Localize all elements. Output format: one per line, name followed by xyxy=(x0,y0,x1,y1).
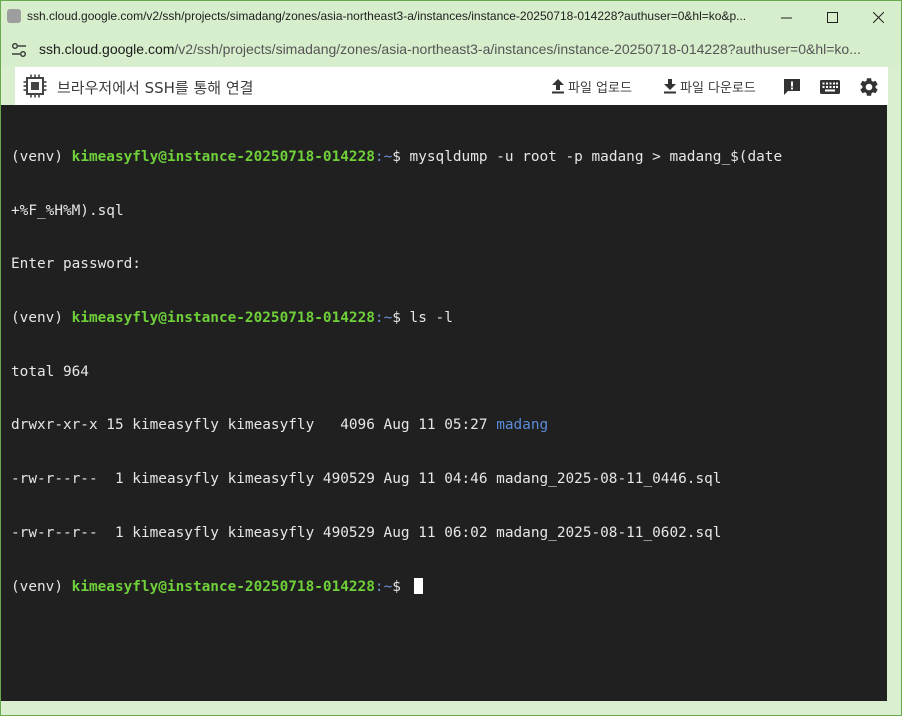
browser-window: ssh.cloud.google.com/v2/ssh/projects/sim… xyxy=(0,0,902,716)
venv-label: (venv) xyxy=(11,579,72,596)
upload-arrow-icon xyxy=(552,79,564,94)
close-icon xyxy=(872,11,884,23)
terminal-line: (venv) kimeasyfly@instance-20250718-0142… xyxy=(11,149,886,167)
window-title: ssh.cloud.google.com/v2/ssh/projects/sim… xyxy=(27,9,747,23)
close-button[interactable] xyxy=(855,1,901,33)
upload-label: 파일 업로드 xyxy=(568,80,632,96)
address-bar[interactable]: ssh.cloud.google.com/v2/ssh/projects/sim… xyxy=(1,33,901,66)
maximize-icon xyxy=(826,11,838,23)
directory-name: madang xyxy=(496,417,549,434)
terminal-scrollbar[interactable] xyxy=(887,105,901,715)
terminal[interactable]: (venv) kimeasyfly@instance-20250718-0142… xyxy=(1,105,901,715)
url-path: /v2/ssh/projects/simadang/zones/asia-nor… xyxy=(174,41,861,57)
keyboard-icon[interactable] xyxy=(819,76,841,98)
prompt-path: :~ xyxy=(374,579,393,596)
file-entry-text: drwxr-xr-x 15 kimeasyfly kimeasyfly 4096… xyxy=(11,417,497,434)
download-label: 파일 다운로드 xyxy=(680,80,756,96)
upload-file-button[interactable]: 파일 업로드 xyxy=(551,76,632,96)
terminal-line: (venv) kimeasyfly@instance-20250718-0142… xyxy=(11,310,886,328)
ssh-toolbar: 브라우저에서 SSH를 통해 연결 파일 업로드 파일 다운로드 xyxy=(15,67,888,105)
bottom-border xyxy=(1,701,901,715)
terminal-line: +%F_%H%M).sql xyxy=(11,202,124,219)
command-text: $ mysqldump -u root -p madang > madang_$… xyxy=(392,148,783,165)
terminal-line: (venv) kimeasyfly@instance-20250718-0142… xyxy=(11,578,886,596)
maximize-button[interactable] xyxy=(809,1,855,33)
download-arrow-icon xyxy=(664,79,676,94)
download-file-button[interactable]: 파일 다운로드 xyxy=(663,76,756,96)
terminal-line: total 964 xyxy=(11,363,89,380)
prompt-path: :~ xyxy=(374,309,393,326)
gear-icon[interactable] xyxy=(858,76,880,98)
feedback-icon[interactable] xyxy=(781,76,803,98)
terminal-output[interactable]: (venv) kimeasyfly@instance-20250718-0142… xyxy=(11,113,886,703)
minimize-icon xyxy=(780,17,792,18)
url-text[interactable]: ssh.cloud.google.com/v2/ssh/projects/sim… xyxy=(39,41,889,57)
page-icon xyxy=(7,9,21,23)
terminal-line: Enter password: xyxy=(11,256,141,273)
left-gutter xyxy=(1,67,15,105)
ssh-title: 브라우저에서 SSH를 통해 연결 xyxy=(57,79,254,97)
title-bar: ssh.cloud.google.com/v2/ssh/projects/sim… xyxy=(1,1,901,33)
compute-chip-icon xyxy=(23,74,47,98)
prompt-user: kimeasyfly@instance-20250718-014228 xyxy=(71,309,375,326)
prompt-user: kimeasyfly@instance-20250718-014228 xyxy=(71,148,375,165)
prompt-path: :~ xyxy=(374,148,393,165)
terminal-cursor xyxy=(413,578,423,595)
minimize-button[interactable] xyxy=(763,1,809,33)
terminal-line: -rw-r--r-- 1 kimeasyfly kimeasyfly 49052… xyxy=(11,471,722,488)
terminal-line: drwxr-xr-x 15 kimeasyfly kimeasyfly 4096… xyxy=(11,417,886,435)
terminal-line: -rw-r--r-- 1 kimeasyfly kimeasyfly 49052… xyxy=(11,524,722,541)
prompt-user: kimeasyfly@instance-20250718-014228 xyxy=(71,579,375,596)
venv-label: (venv) xyxy=(11,148,72,165)
command-text: $ ls -l xyxy=(392,309,453,326)
venv-label: (venv) xyxy=(11,309,72,326)
site-settings-icon[interactable] xyxy=(10,41,28,59)
command-text: $ xyxy=(392,579,410,596)
url-host: ssh.cloud.google.com xyxy=(39,41,175,57)
